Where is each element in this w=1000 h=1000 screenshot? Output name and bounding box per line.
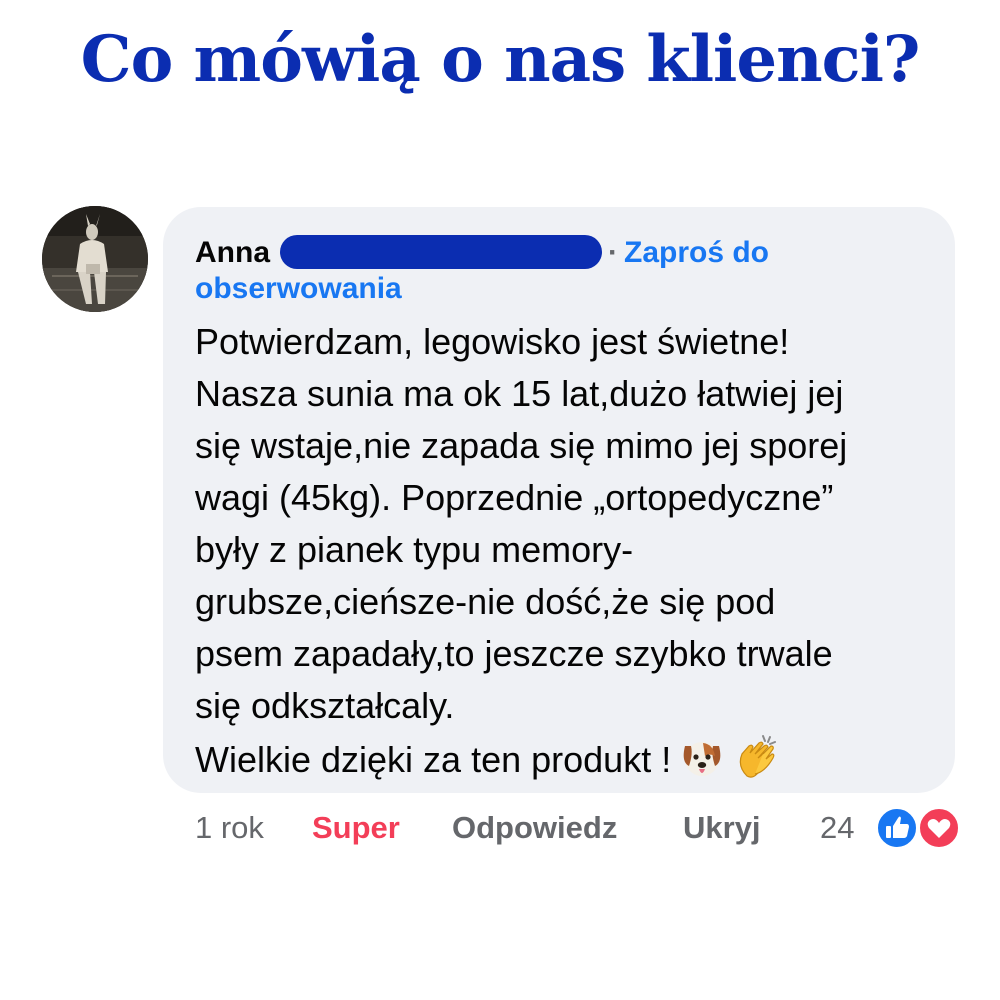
comment-line: wagi (45kg). Poprzednie „ortopedyczne” xyxy=(195,477,834,518)
comment-line: psem zapadały,to jeszcze szybko trwale xyxy=(195,633,833,674)
comment-header: Anna · Zaproś do xyxy=(195,233,955,273)
comment-line: się odkształcaly. xyxy=(195,685,455,726)
reply-button[interactable]: Odpowiedz xyxy=(452,806,617,850)
hide-button[interactable]: Ukryj xyxy=(683,806,761,850)
reaction-summary[interactable] xyxy=(876,807,962,849)
comment-bubble: Anna · Zaproś do obserwowania Potwierdzam,… xyxy=(163,207,955,793)
comment-closing-text: Wielkie dzięki za ten produkt ! xyxy=(195,739,672,780)
reaction-button[interactable]: Super xyxy=(312,806,400,850)
timestamp[interactable]: 1 rok xyxy=(195,806,264,850)
comment-line: były z pianek typu memory- xyxy=(195,529,634,570)
comment-line: grubsze,cieńsze-nie dość,że się pod xyxy=(195,581,776,622)
clapping-hands-emoji xyxy=(733,732,781,794)
comment-line-last: Wielkie dzięki za ten produkt ! xyxy=(195,732,955,794)
separator-dot: · xyxy=(608,236,618,269)
page-title: Co mówią o nas klienci? xyxy=(80,22,921,97)
avatar[interactable] xyxy=(42,206,148,312)
comment-actions: 1 rok Super Odpowiedz Ukryj 24 xyxy=(195,806,975,850)
follow-link-continued[interactable]: obserwowania xyxy=(195,270,955,308)
comment-text: Potwierdzam, legowisko jest świetne! Nas… xyxy=(195,316,955,794)
comment-line: się wstaje,nie zapada się mimo jej spore… xyxy=(195,425,848,466)
dog-face-emoji xyxy=(679,736,725,794)
reaction-count[interactable]: 24 xyxy=(820,806,854,850)
comment-line: Potwierdzam, legowisko jest świetne! xyxy=(195,321,790,362)
avatar-photo xyxy=(42,206,148,312)
like-icon xyxy=(876,807,918,849)
author-name[interactable]: Anna xyxy=(195,236,270,269)
love-icon xyxy=(918,807,960,849)
follow-link[interactable]: Zaproś do xyxy=(624,236,769,269)
comment-line: Nasza sunia ma ok 15 lat,dużo łatwiej je… xyxy=(195,373,844,414)
redacted-surname xyxy=(280,235,602,269)
